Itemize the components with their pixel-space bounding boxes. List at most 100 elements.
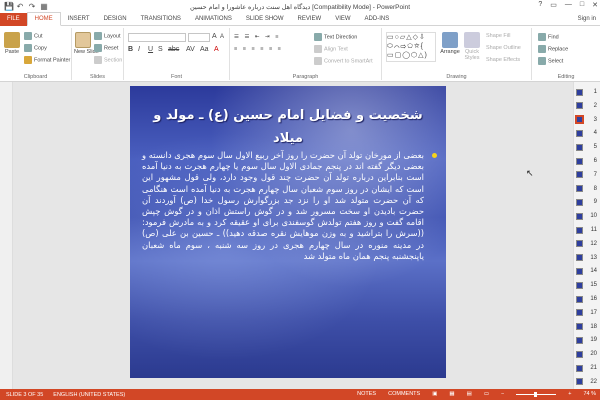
font-name-box[interactable] bbox=[128, 33, 186, 42]
slide-thumbnail[interactable]: 8 bbox=[576, 183, 599, 195]
underline-icon[interactable]: U bbox=[148, 46, 153, 53]
shrink-font-icon[interactable]: A bbox=[220, 34, 224, 40]
layout-button[interactable]: Layout bbox=[94, 32, 121, 40]
format-painter-button[interactable]: Format Painter bbox=[24, 56, 70, 64]
comments-button[interactable]: COMMENTS bbox=[388, 391, 420, 397]
zoom-out-icon[interactable]: − bbox=[501, 391, 504, 397]
section-button[interactable]: Section bbox=[94, 56, 122, 64]
cut-button[interactable]: Cut bbox=[24, 32, 43, 40]
slides-group-label: Slides bbox=[90, 74, 105, 80]
align-text-button[interactable]: Align Text bbox=[314, 45, 348, 53]
slide-thumbnail[interactable]: 1 bbox=[576, 86, 599, 98]
ribbon-display-button[interactable]: ▭ bbox=[550, 1, 557, 9]
convert-smartart-button[interactable]: Convert to SmartArt bbox=[314, 57, 373, 65]
shape-fill-button[interactable]: Shape Fill bbox=[486, 33, 510, 39]
sign-in-link[interactable]: Sign in bbox=[578, 16, 596, 22]
change-case-icon[interactable]: Aa bbox=[200, 46, 209, 53]
bullets-icon[interactable]: ☰ ☰ ⇤ ⇥ ≡ bbox=[234, 34, 280, 40]
quick-styles-icon bbox=[464, 32, 480, 48]
tab-transitions[interactable]: TRANSITIONS bbox=[134, 13, 188, 26]
font-size-box[interactable] bbox=[188, 33, 210, 42]
maximize-button[interactable]: □ bbox=[580, 1, 584, 9]
find-button[interactable]: Find bbox=[538, 33, 559, 41]
slide-thumbnail[interactable]: 6 bbox=[576, 155, 599, 167]
thumbnail-number: 10 bbox=[590, 213, 597, 220]
shape-outline-button[interactable]: Shape Outline bbox=[486, 45, 521, 51]
minimize-button[interactable]: — bbox=[565, 1, 572, 9]
thumbnail-number: 6 bbox=[593, 158, 597, 164]
tab-add-ins[interactable]: ADD-INS bbox=[358, 13, 397, 26]
paste-label: Paste bbox=[4, 49, 20, 55]
grow-font-icon[interactable]: A bbox=[212, 33, 217, 40]
new-slide-icon bbox=[75, 32, 91, 48]
slide-thumbnail[interactable]: 21 bbox=[576, 362, 599, 374]
slide-thumbnail[interactable]: 2 bbox=[576, 100, 599, 112]
slide-thumbnail[interactable]: 14 bbox=[576, 265, 599, 277]
tab-review[interactable]: REVIEW bbox=[291, 13, 329, 26]
replace-button[interactable]: Replace bbox=[538, 45, 568, 53]
slide-thumbnail[interactable]: 19 bbox=[576, 334, 599, 346]
tab-slide-show[interactable]: SLIDE SHOW bbox=[239, 13, 291, 26]
tab-insert[interactable]: INSERT bbox=[61, 13, 97, 26]
tab-home[interactable]: HOME bbox=[26, 12, 61, 26]
slide-editing-area[interactable]: شخصیت و فضایل امام حسین (ع) ـ مولد و میل… bbox=[13, 82, 573, 389]
reading-view-icon[interactable]: ▤ bbox=[467, 391, 472, 397]
copy-button[interactable]: Copy bbox=[24, 44, 47, 52]
shadow-icon[interactable]: S bbox=[158, 46, 163, 53]
zoom-level[interactable]: 74 % bbox=[583, 391, 596, 397]
select-button[interactable]: Select bbox=[538, 57, 563, 65]
slide-thumbnail[interactable]: 7 bbox=[576, 169, 599, 181]
arrange-button[interactable]: Arrange bbox=[440, 32, 460, 55]
slide-thumbnail[interactable]: 13 bbox=[576, 252, 599, 264]
thumbnail-number: 17 bbox=[590, 309, 597, 316]
bold-icon[interactable]: B bbox=[128, 46, 133, 53]
convert-smartart-label: Convert to SmartArt bbox=[324, 58, 373, 65]
text-direction-button[interactable]: Text Direction bbox=[314, 33, 357, 41]
slideshow-icon[interactable]: ▭ bbox=[484, 391, 489, 397]
close-button[interactable]: ✕ bbox=[592, 1, 598, 9]
strikethrough-icon[interactable]: abc bbox=[168, 46, 179, 53]
tab-animations[interactable]: ANIMATIONS bbox=[188, 13, 239, 26]
align-left-icon[interactable]: ≡ ≡ ≡ ≡ ≡ ≡ bbox=[234, 46, 283, 52]
slide-thumbnail[interactable]: 5 bbox=[576, 141, 599, 153]
slide-thumbnail[interactable]: 22 bbox=[576, 376, 599, 388]
slide-title[interactable]: شخصیت و فضایل امام حسین (ع) ـ مولد و میل… bbox=[140, 104, 436, 150]
tab-design[interactable]: DESIGN bbox=[97, 13, 134, 26]
normal-view-icon[interactable]: ▣ bbox=[432, 391, 437, 397]
thumbnail-image bbox=[576, 88, 583, 96]
language-indicator[interactable]: ENGLISH (UNITED STATES) bbox=[53, 392, 125, 398]
slide-thumbnail[interactable]: 16 bbox=[576, 293, 599, 305]
shapes-gallery[interactable]: ▭○▱△◇⇩ ⬭⌒⇨⬠☆{▭▢◯⬡△) bbox=[386, 32, 436, 62]
notes-button[interactable]: NOTES bbox=[357, 391, 376, 397]
help-button[interactable]: ? bbox=[538, 1, 542, 9]
slide-thumbnail[interactable]: 4 bbox=[576, 127, 599, 139]
slide-thumbnail[interactable]: 15 bbox=[576, 279, 599, 291]
tab-file[interactable]: FILE bbox=[0, 12, 27, 26]
slide-thumbnail[interactable]: 18 bbox=[576, 321, 599, 333]
slide-thumbnail[interactable]: 20 bbox=[576, 348, 599, 360]
slide-thumbnail[interactable]: 17 bbox=[576, 307, 599, 319]
new-slide-button[interactable]: New Slide bbox=[74, 32, 99, 55]
zoom-slider[interactable] bbox=[516, 391, 557, 397]
thumbnail-image bbox=[576, 171, 583, 179]
tab-view[interactable]: VIEW bbox=[328, 13, 357, 26]
text-direction-icon bbox=[314, 33, 322, 41]
slide-sorter-icon[interactable]: ▦ bbox=[449, 391, 454, 397]
italic-icon[interactable]: I bbox=[138, 46, 140, 53]
shape-effects-button[interactable]: Shape Effects bbox=[486, 57, 520, 63]
slide-body-text[interactable]: بعضی از مورخان تولد آن حضرت را روز آخر ر… bbox=[142, 150, 424, 262]
reset-button[interactable]: Reset bbox=[94, 44, 118, 52]
slide-thumbnail[interactable]: 11 bbox=[576, 224, 599, 236]
font-color-icon[interactable]: A bbox=[214, 46, 219, 53]
quick-styles-button[interactable]: Quick Styles bbox=[462, 32, 482, 61]
character-spacing-icon[interactable]: AV bbox=[186, 46, 195, 53]
paste-button[interactable]: Paste bbox=[2, 32, 22, 55]
current-slide[interactable]: شخصیت و فضایل امام حسین (ع) ـ مولد و میل… bbox=[130, 86, 446, 378]
notes-collapse-strip[interactable] bbox=[0, 82, 13, 389]
reset-icon bbox=[94, 44, 102, 52]
zoom-in-icon[interactable]: + bbox=[568, 391, 571, 397]
slide-thumbnail[interactable]: 9 bbox=[576, 196, 599, 208]
slide-thumbnail[interactable]: 10 bbox=[576, 210, 599, 222]
slide-thumbnail[interactable]: 3 bbox=[575, 114, 599, 126]
slide-thumbnail[interactable]: 12 bbox=[576, 238, 599, 250]
